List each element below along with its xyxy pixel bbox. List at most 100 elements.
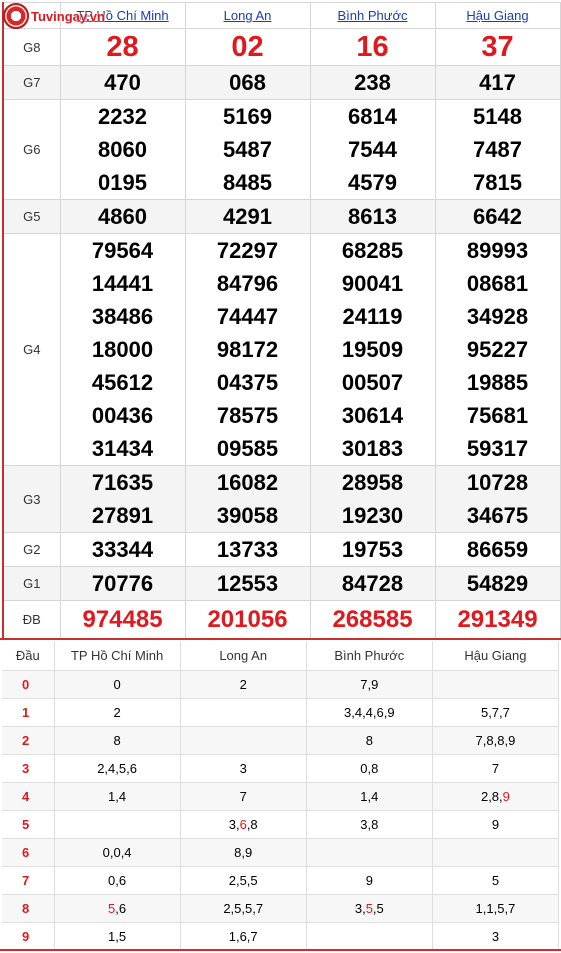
prize-cell: 2232 8060 0195 bbox=[59, 99, 186, 200]
prize-number: 30183 bbox=[341, 436, 404, 461]
loto-row-6: 6 0,0,4 8,9 bbox=[2, 838, 560, 867]
prize-number: 068 bbox=[229, 70, 266, 95]
loto-header-province: TP Hồ Chí Minh bbox=[54, 641, 181, 671]
section-divider bbox=[0, 638, 561, 640]
prize-cell: 84728 bbox=[309, 566, 436, 601]
loto-tail-cell: 5,7,7 bbox=[432, 698, 560, 727]
prize-cell: 16082 39058 bbox=[184, 465, 311, 533]
prize-number: 78575 bbox=[216, 403, 279, 428]
prize-cell: 4291 bbox=[184, 199, 311, 234]
prize-number: 8060 bbox=[98, 137, 147, 162]
loto-tail-cell: 3 bbox=[180, 754, 307, 783]
prize-number: 59317 bbox=[466, 436, 529, 461]
loto-tail-cell: 0,6 bbox=[54, 866, 181, 895]
prize-cell: 068 bbox=[184, 65, 311, 100]
province-link-long-an[interactable]: Long An bbox=[224, 8, 272, 23]
loto-tail-cell: 2,5,5,7 bbox=[180, 894, 307, 923]
special-tail: 9 bbox=[502, 788, 510, 804]
prize-number: 291349 bbox=[457, 605, 538, 633]
prize-number: 7544 bbox=[348, 137, 397, 162]
loto-tail-cell: 1,4 bbox=[54, 782, 181, 811]
loto-tail-cell: 9 bbox=[306, 866, 433, 895]
loto-tail-cell bbox=[306, 922, 433, 951]
prize-label: G8 bbox=[2, 28, 61, 66]
prize-cell: 5169 5487 8485 bbox=[184, 99, 311, 200]
prize-number: 71635 bbox=[91, 470, 154, 495]
loto-tail-cell: 5,6 bbox=[54, 894, 181, 923]
loto-row-5: 5 3,6,8 3,8 9 bbox=[2, 810, 560, 839]
loto-tail-cell: 8 bbox=[54, 726, 181, 755]
prize-cell: 6814 7544 4579 bbox=[309, 99, 436, 200]
loto-tail-cell: 5 bbox=[432, 866, 560, 895]
prize-number: 30614 bbox=[341, 403, 404, 428]
loto-head-digit: 9 bbox=[2, 922, 55, 951]
loto-row-2: 2 8 8 7,8,8,9 bbox=[2, 726, 560, 755]
loto-tail-cell: 1,1,5,7 bbox=[432, 894, 560, 923]
prize-row-0: G8 28 02 16 37 bbox=[2, 28, 561, 66]
loto-tail-cell bbox=[54, 810, 181, 839]
prize-number: 95227 bbox=[466, 337, 529, 362]
prize-number: 38486 bbox=[91, 304, 154, 329]
prize-cell: 291349 bbox=[434, 600, 561, 639]
loto-tail-cell bbox=[432, 838, 560, 867]
loto-row-8: 8 5,6 2,5,5,7 3,5,5 1,1,5,7 bbox=[2, 894, 560, 923]
prize-number: 2232 bbox=[98, 104, 147, 129]
prize-number: 04375 bbox=[216, 370, 279, 395]
loto-tail-cell: 2 bbox=[54, 698, 181, 727]
loto-tail-cell: 2,8,9 bbox=[432, 782, 560, 811]
loto-head-digit: 1 bbox=[2, 698, 55, 727]
prize-label: G5 bbox=[2, 199, 61, 234]
special-tail: 6 bbox=[239, 816, 247, 832]
province-link-binh-phuoc[interactable]: Bình Phước bbox=[338, 8, 408, 23]
loto-tail-cell: 3 bbox=[432, 922, 560, 951]
loto-tail-cell: 0,8 bbox=[306, 754, 433, 783]
prize-number: 12553 bbox=[216, 571, 279, 596]
loto-tail-cell: 7,8,8,9 bbox=[432, 726, 560, 755]
loto-tail-cell: 2,4,5,6 bbox=[54, 754, 181, 783]
prize-row-7: G1 70776 12553 84728 54829 bbox=[2, 566, 561, 601]
prize-cell: 8613 bbox=[309, 199, 436, 234]
loto-tail-cell: 3,6,8 bbox=[180, 810, 307, 839]
prize-cell: 02 bbox=[184, 28, 311, 66]
loto-tail-cell bbox=[180, 726, 307, 755]
prize-number: 84728 bbox=[341, 571, 404, 596]
loto-tail-cell: 2,5,5 bbox=[180, 866, 307, 895]
loto-tail-cell: 9 bbox=[432, 810, 560, 839]
prize-number: 28 bbox=[106, 31, 139, 63]
loto-row-1: 1 2 3,4,4,6,9 5,7,7 bbox=[2, 698, 560, 727]
prize-number: 7487 bbox=[473, 137, 522, 162]
prize-cell: 470 bbox=[59, 65, 186, 100]
prize-cell: 4860 bbox=[59, 199, 186, 234]
prize-cell: 268585 bbox=[309, 600, 436, 639]
prize-row-4: G4 79564 14441 38486 18000 45612 00436 31434 722… bbox=[2, 233, 561, 466]
prize-number: 6642 bbox=[473, 204, 522, 229]
prize-number: 16 bbox=[356, 31, 389, 63]
prize-cell: 10728 34675 bbox=[434, 465, 561, 533]
special-tail: 5 bbox=[365, 900, 373, 916]
prize-number: 90041 bbox=[341, 271, 404, 296]
prize-label: G4 bbox=[2, 233, 61, 466]
prize-cell: 974485 bbox=[59, 600, 186, 639]
loto-row-3: 3 2,4,5,6 3 0,8 7 bbox=[2, 754, 560, 783]
loto-head-digit: 2 bbox=[2, 726, 55, 755]
prize-number: 84796 bbox=[216, 271, 279, 296]
prize-number: 238 bbox=[354, 70, 391, 95]
prize-number: 470 bbox=[104, 70, 141, 95]
prize-cell: 12553 bbox=[184, 566, 311, 601]
prize-number: 39058 bbox=[216, 503, 279, 528]
loto-head-digit: 5 bbox=[2, 810, 55, 839]
site-logo[interactable]: Tuvingay.vn bbox=[3, 3, 105, 29]
loto-tail-cell: 8 bbox=[306, 726, 433, 755]
province-link-hau-giang[interactable]: Hậu Giang bbox=[466, 8, 528, 23]
loto-tail-cell: 3,8 bbox=[306, 810, 433, 839]
prize-number: 201056 bbox=[207, 605, 288, 633]
bottom-border bbox=[0, 949, 561, 951]
prize-number: 4579 bbox=[348, 170, 397, 195]
prize-cell: 79564 14441 38486 18000 45612 00436 31434 bbox=[59, 233, 186, 466]
prize-label: G1 bbox=[2, 566, 61, 601]
prize-number: 68285 bbox=[341, 238, 404, 263]
prize-number: 974485 bbox=[82, 605, 163, 633]
prize-label: G2 bbox=[2, 532, 61, 567]
loto-tail-cell: 1,6,7 bbox=[180, 922, 307, 951]
prize-number: 02 bbox=[231, 31, 264, 63]
